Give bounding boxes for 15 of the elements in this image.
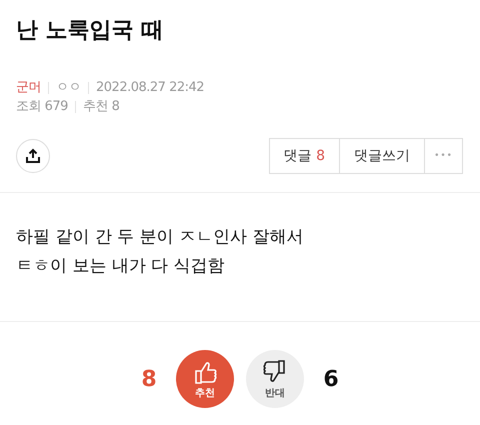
- author-name: ㅇㅇ: [56, 79, 81, 97]
- downvote-button[interactable]: 반대: [246, 350, 304, 408]
- share-icon: [25, 148, 41, 164]
- share-button[interactable]: [16, 139, 50, 173]
- thumbs-down-icon: [262, 358, 288, 384]
- recommend-count: 추천 8: [82, 98, 120, 116]
- view-count: 조회 679: [16, 98, 68, 116]
- upvote-button[interactable]: 추천: [176, 350, 234, 408]
- downvote-count: 6: [322, 366, 340, 392]
- post-date: 2022.08.27 22:42: [96, 79, 204, 97]
- category-link[interactable]: 군머: [16, 78, 41, 97]
- body-text: 하필 같이 간 두 분이 ㅈㄴ인사 잘해서: [16, 226, 304, 249]
- upvote-count: 8: [140, 366, 158, 392]
- post-title: 난 노룩입국 때: [15, 17, 164, 45]
- body-text: ㅌㅎ이 보는 내가 다 식겁함: [16, 255, 226, 278]
